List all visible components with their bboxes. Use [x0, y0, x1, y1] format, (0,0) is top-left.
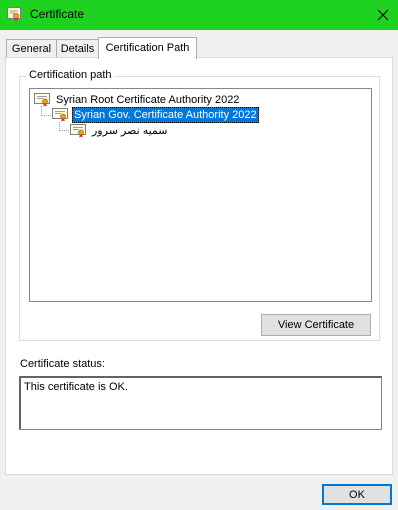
tree-node-end-entity[interactable]: سميه نصر سرور: [70, 123, 360, 139]
ok-button[interactable]: OK: [322, 484, 392, 505]
title-bar: Certificate: [0, 0, 398, 30]
certificate-icon: [7, 7, 21, 21]
certificate-status-box[interactable]: This certificate is OK.: [19, 376, 382, 430]
view-certificate-button[interactable]: View Certificate: [261, 314, 371, 336]
tree-connector: [41, 115, 51, 116]
tree-node-label: Syrian Gov. Certificate Authority 2022: [72, 107, 259, 123]
certification-path-label: Certification path: [26, 69, 115, 81]
tree-node-label: سميه نصر سرور: [92, 125, 168, 137]
tree-node-intermediate[interactable]: Syrian Gov. Certificate Authority 2022: [52, 107, 362, 123]
close-button[interactable]: [368, 0, 398, 30]
tab-general[interactable]: General: [6, 39, 57, 58]
certificate-icon: [70, 124, 86, 138]
certificate-icon: [52, 108, 68, 122]
tab-strip: General Details Certification Path: [0, 30, 398, 59]
certificate-status-label: Certificate status:: [20, 358, 105, 370]
tab-details[interactable]: Details: [56, 39, 99, 58]
tree-node-label: Syrian Root Certificate Authority 2022: [56, 94, 240, 106]
tree-connector: [59, 130, 69, 131]
window-title: Certificate: [30, 7, 85, 21]
tab-certification-path[interactable]: Certification Path: [98, 37, 197, 59]
certificate-status-text: This certificate is OK.: [24, 381, 128, 393]
tree-node-root[interactable]: Syrian Root Certificate Authority 2022: [34, 92, 364, 108]
certification-tree[interactable]: Syrian Root Certificate Authority 2022 S…: [29, 88, 372, 302]
certificate-icon: [34, 93, 50, 107]
